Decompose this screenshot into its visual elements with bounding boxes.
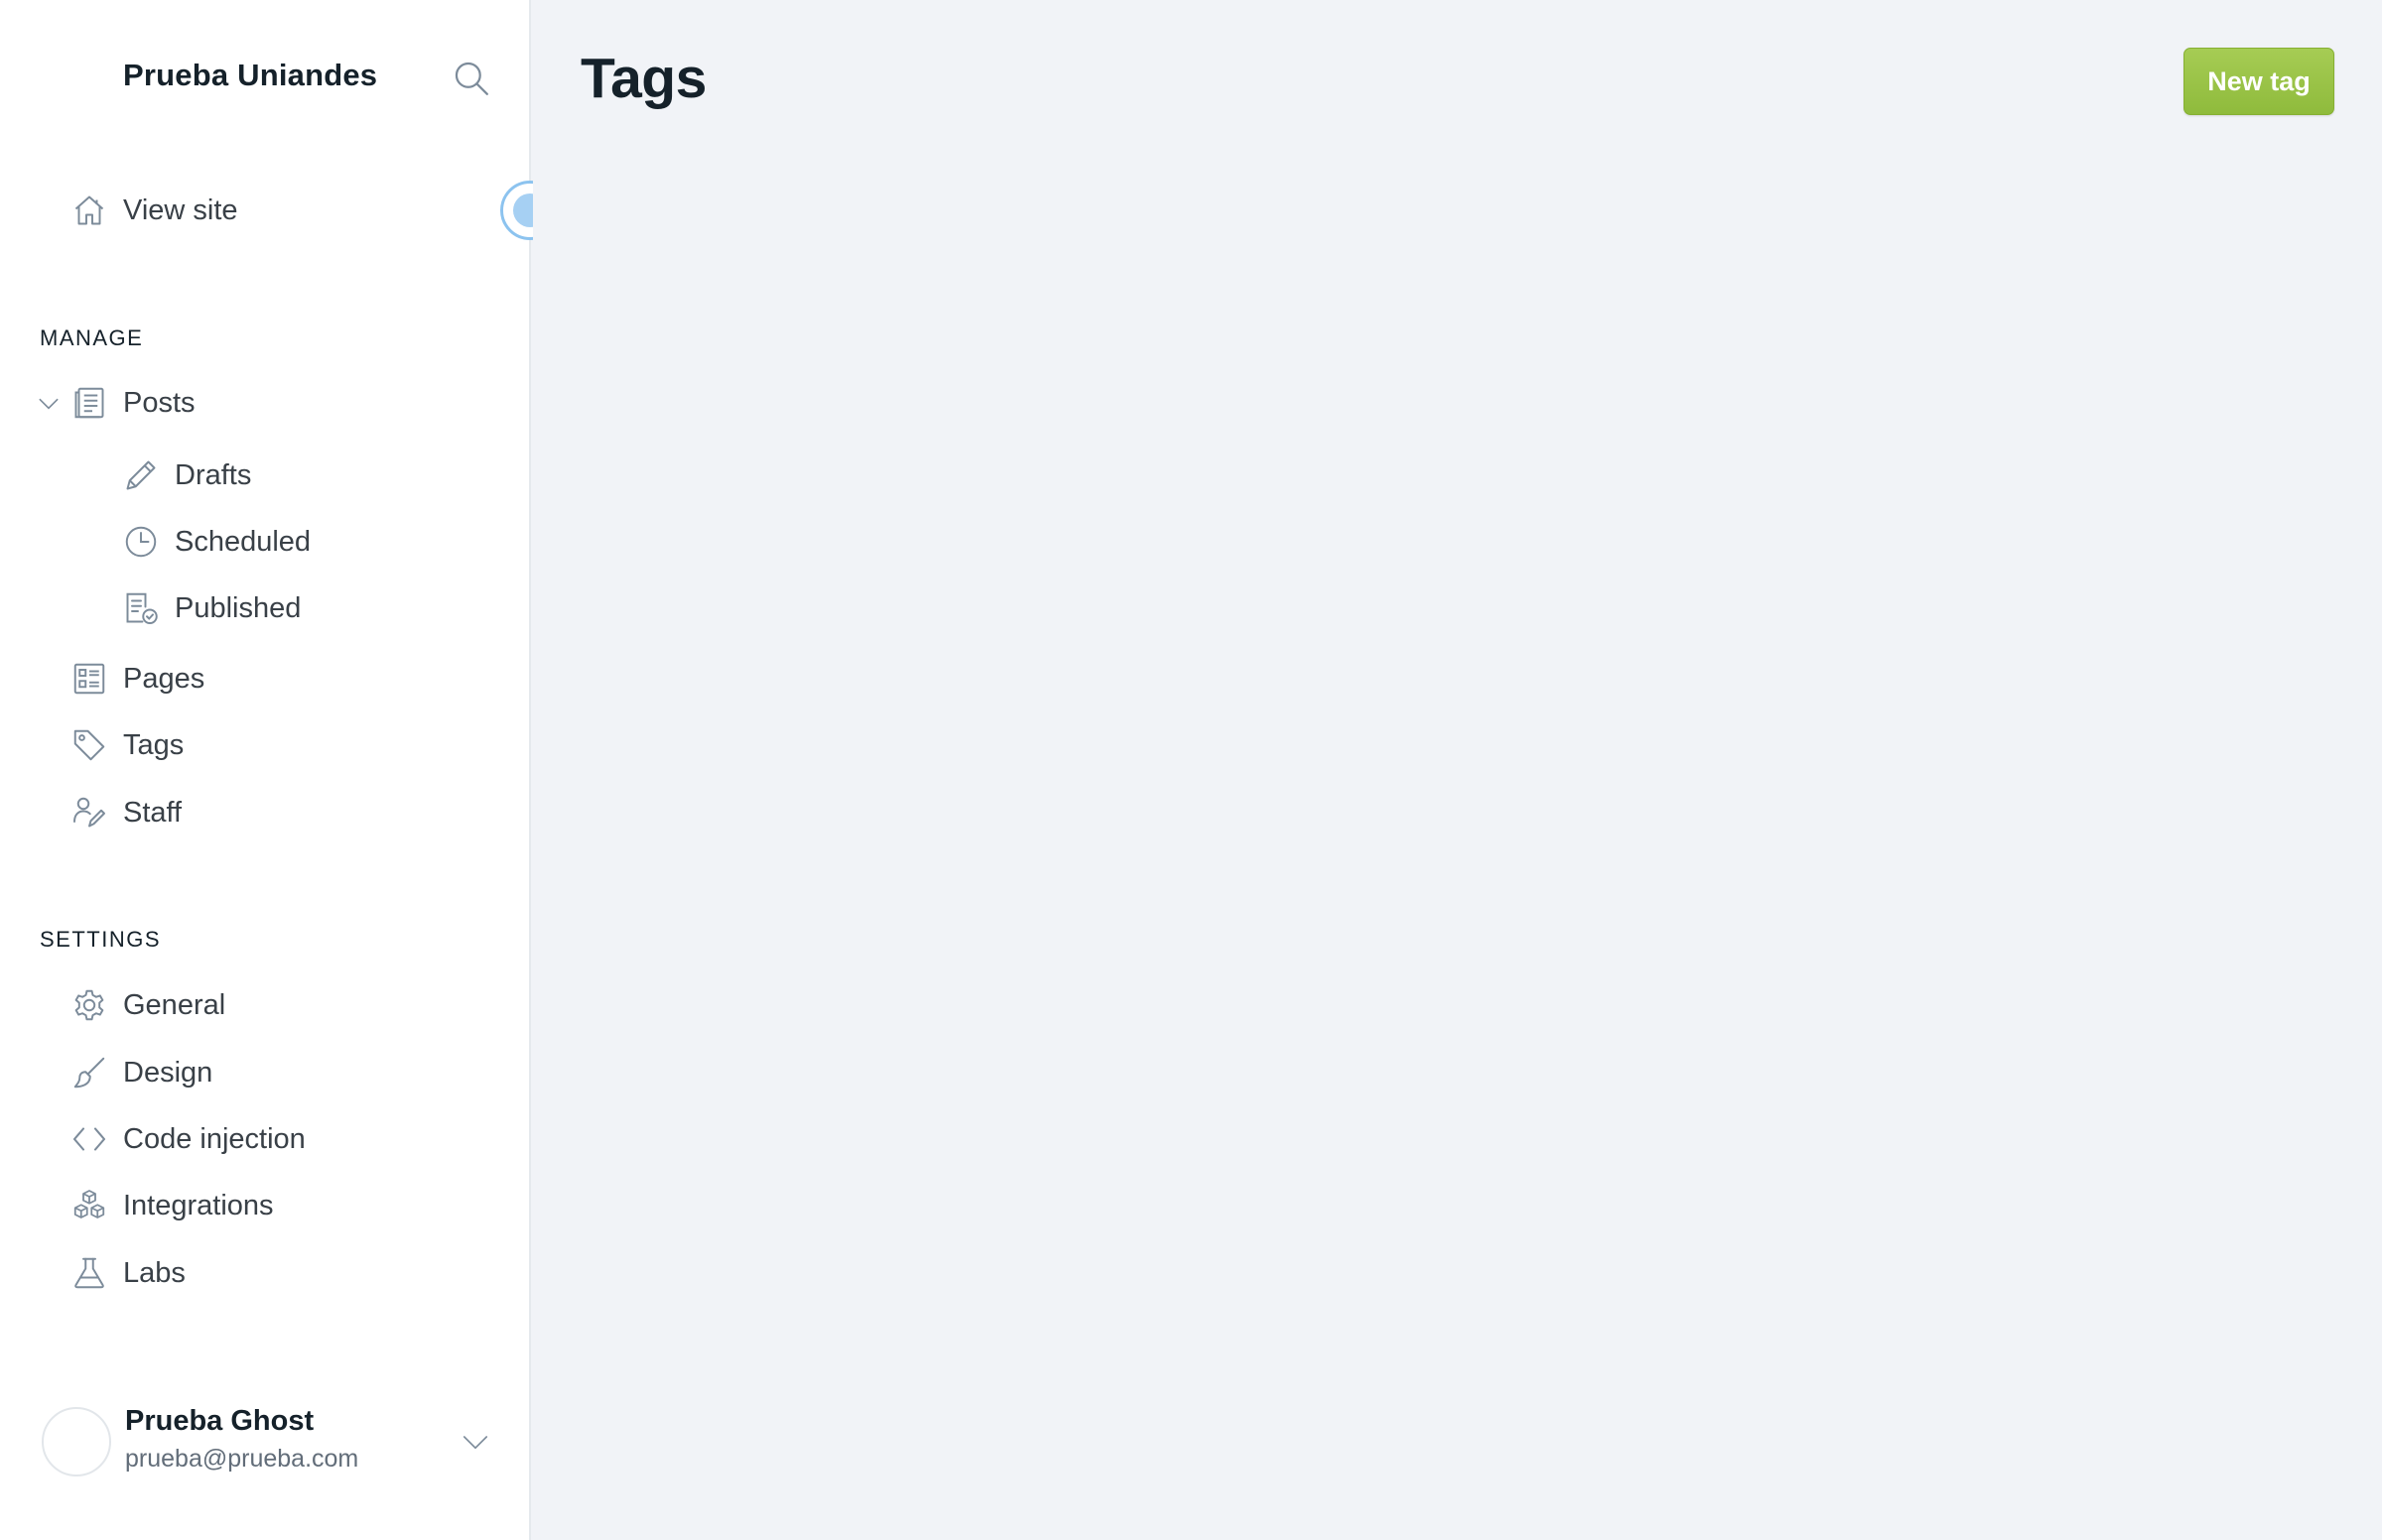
nav-label: Code injection	[123, 1122, 306, 1155]
nav-label: View site	[123, 193, 238, 226]
clock-icon	[123, 524, 159, 560]
nav-label: Drafts	[175, 458, 252, 491]
page-title: Tags	[581, 47, 707, 110]
new-tag-button[interactable]: New tag	[2184, 48, 2334, 115]
main-content: Tags New tag	[533, 0, 2382, 1540]
user-name: Prueba Ghost	[125, 1405, 315, 1437]
nav-label: Staff	[123, 796, 183, 829]
nav-label: Labs	[123, 1256, 186, 1289]
nav-pages[interactable]: Pages	[71, 651, 204, 706]
brush-icon	[71, 1055, 107, 1091]
code-icon	[71, 1121, 107, 1157]
document-icon	[71, 385, 107, 421]
avatar	[42, 1407, 111, 1476]
nav-label: Scheduled	[175, 525, 312, 558]
gear-icon	[71, 987, 107, 1023]
nav-label: Pages	[123, 662, 205, 695]
nav-drafts[interactable]: Drafts	[123, 448, 251, 503]
nav-label: General	[123, 988, 226, 1021]
section-label-manage: MANAGE	[40, 325, 144, 350]
chevron-down-icon[interactable]	[461, 1427, 490, 1457]
section-label-settings: SETTINGS	[40, 927, 162, 952]
nav-tags[interactable]: Tags	[71, 717, 184, 773]
cubes-icon	[71, 1188, 107, 1223]
user-menu[interactable]: Prueba Ghost prueba@prueba.com	[40, 1405, 496, 1484]
sidebar: Prueba Uniandes View site MANAGE Posts D…	[0, 0, 560, 1540]
published-doc-icon	[123, 590, 159, 626]
nav-general[interactable]: General	[71, 977, 225, 1033]
nav-design[interactable]: Design	[71, 1045, 212, 1100]
nav-code-injection[interactable]: Code injection	[71, 1111, 306, 1167]
chevron-down-icon[interactable]	[36, 391, 62, 417]
nav-label: Design	[123, 1056, 213, 1089]
nav-staff[interactable]: Staff	[71, 785, 182, 840]
nav-labs[interactable]: Labs	[71, 1245, 186, 1301]
nav-label: Integrations	[123, 1189, 274, 1221]
pages-icon	[71, 661, 107, 697]
nav-label: Posts	[123, 386, 196, 419]
nav-label: Published	[175, 591, 302, 624]
home-icon	[71, 192, 107, 228]
search-icon[interactable]	[453, 60, 490, 97]
pencil-icon	[123, 457, 159, 493]
nav-scheduled[interactable]: Scheduled	[123, 514, 311, 570]
nav-view-site[interactable]: View site	[71, 183, 238, 238]
site-title: Prueba Uniandes	[123, 58, 378, 92]
tag-icon	[71, 727, 107, 763]
app-window: Prueba Uniandes View site MANAGE Posts D…	[0, 0, 2382, 1540]
staff-icon	[71, 795, 107, 831]
nav-posts[interactable]: Posts	[71, 375, 196, 431]
user-email: prueba@prueba.com	[125, 1445, 359, 1473]
nav-label: Tags	[123, 728, 185, 761]
nav-published[interactable]: Published	[123, 580, 301, 636]
flask-icon	[71, 1255, 107, 1291]
nav-integrations[interactable]: Integrations	[71, 1178, 274, 1233]
